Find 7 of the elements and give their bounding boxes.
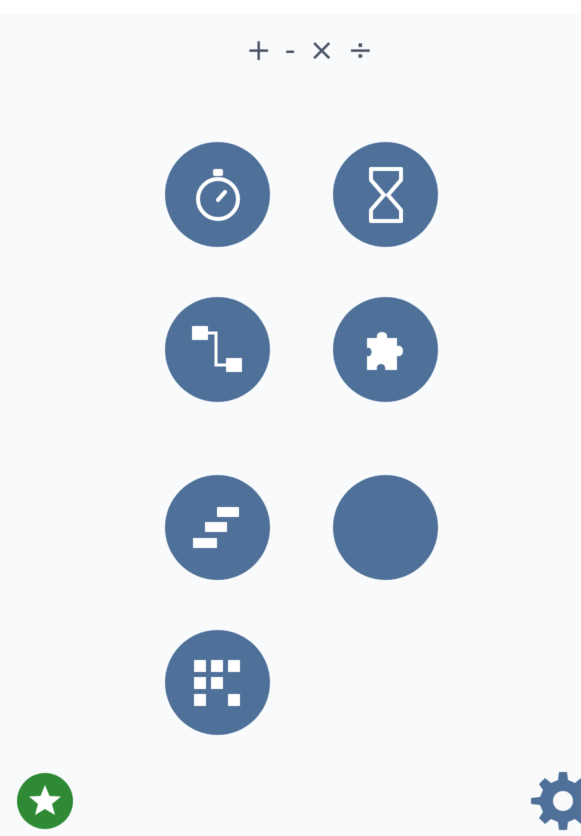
grid-icon xyxy=(194,660,242,706)
page-title: + - × ÷ xyxy=(246,33,375,69)
settings-icon xyxy=(531,772,581,830)
hourglass-icon xyxy=(366,166,404,224)
stopwatch-icon xyxy=(194,166,242,222)
favorites-button[interactable] xyxy=(17,773,73,829)
settings-button[interactable] xyxy=(531,772,581,830)
